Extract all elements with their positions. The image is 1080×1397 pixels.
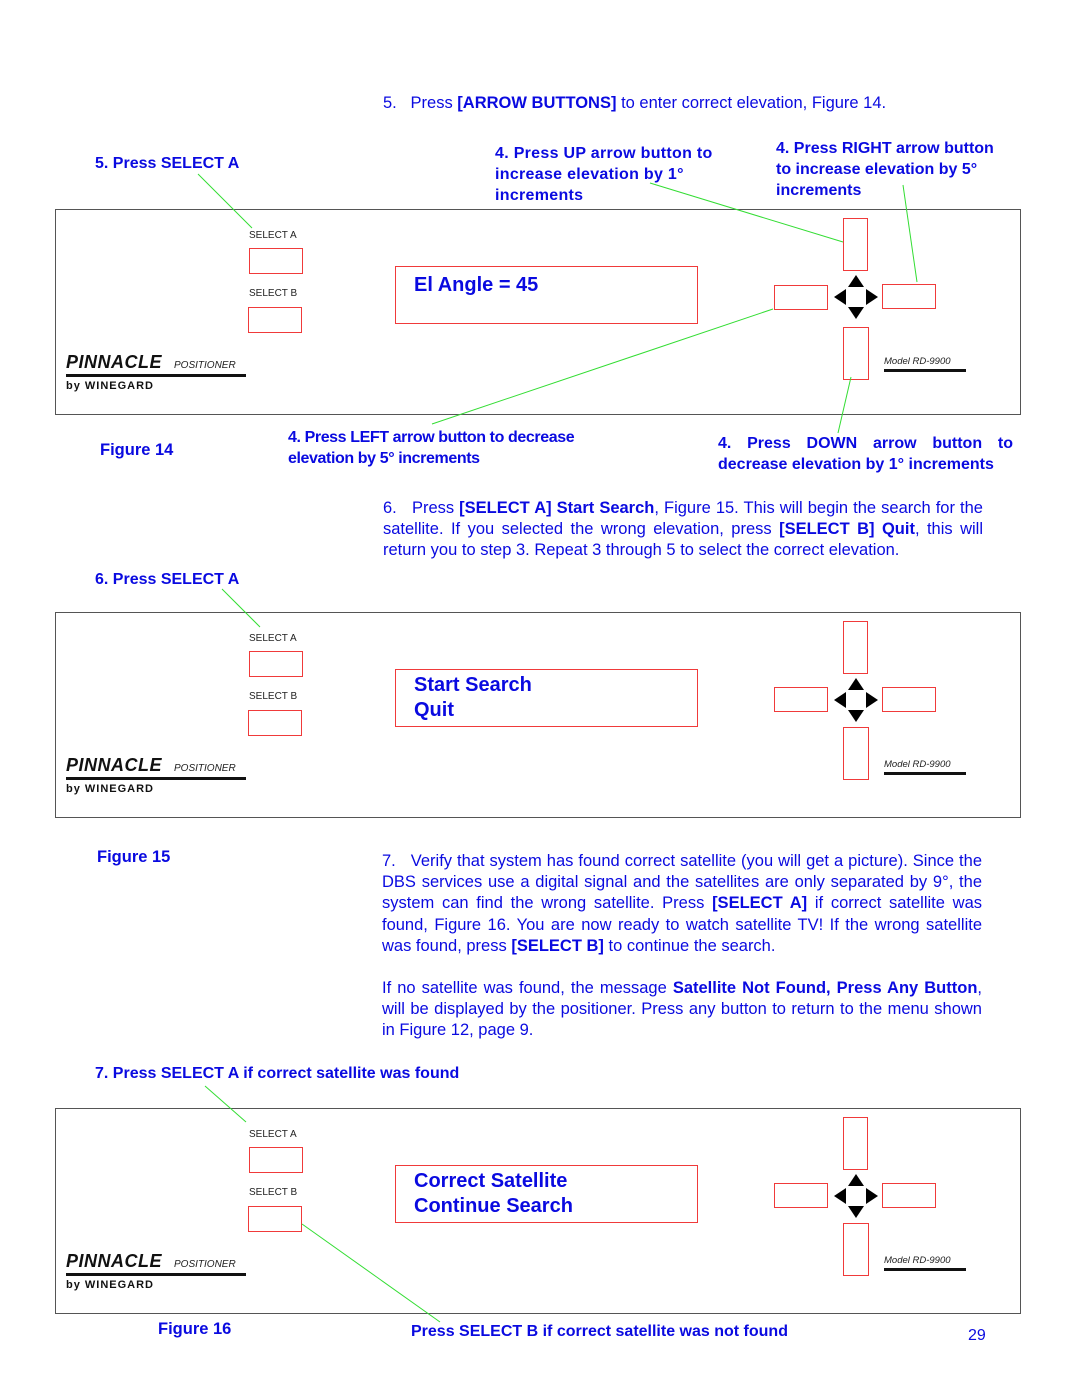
brand-name: PINNACLE (66, 755, 163, 775)
left-arrow-button[interactable] (774, 687, 828, 712)
model-label: Model RD-9900 (884, 759, 966, 775)
arrow-up-icon (848, 678, 864, 690)
brand-underline (66, 374, 246, 377)
down-arrow-button[interactable] (843, 727, 869, 780)
brand-logo: PINNACLE POSITIONER by WINEGARD (66, 352, 246, 392)
brand-sub: POSITIONER (174, 360, 236, 371)
brand-maker: by WINEGARD (66, 380, 154, 392)
select-a-label: SELECT A (249, 633, 297, 644)
callout-select-b-not-found: Press SELECT B if correct satellite was … (411, 1323, 788, 1340)
arrow-up-icon (848, 1174, 864, 1186)
lcd-display: Correct Satellite Continue Search (395, 1165, 698, 1223)
figure-15-caption: Figure 15 (97, 848, 171, 866)
brand-underline (66, 1273, 246, 1276)
lcd-display: El Angle = 45 (395, 266, 698, 324)
brand-underline (66, 777, 246, 780)
select-a-label: SELECT A (249, 1129, 297, 1140)
select-a-button[interactable] (249, 651, 303, 677)
brand-logo: PINNACLE POSITIONER by WINEGARD (66, 755, 246, 795)
brand-name: PINNACLE (66, 352, 163, 372)
model-label: Model RD-9900 (884, 1255, 966, 1271)
arrow-right-icon (866, 1188, 878, 1204)
arrow-down-icon (848, 307, 864, 319)
arrow-left-icon (834, 692, 846, 708)
direction-pad (834, 275, 878, 319)
model-underline (884, 772, 966, 775)
lcd-display: Start Search Quit (395, 669, 698, 727)
up-arrow-button[interactable] (843, 621, 868, 674)
direction-pad (834, 1174, 878, 1218)
arrow-right-icon (866, 289, 878, 305)
brand-sub: POSITIONER (174, 763, 236, 774)
callout-down-arrow: 4. Press DOWN arrow button to decrease e… (718, 435, 1013, 473)
arrow-right-icon (866, 692, 878, 708)
lcd-line: Start Search (414, 674, 532, 696)
callout-left-arrow: 4. Press LEFT arrow button to decrease e… (288, 429, 575, 467)
select-a-button[interactable] (249, 1147, 303, 1173)
step-7-text: 7. Verify that system has found correct … (382, 852, 982, 955)
brand-logo: PINNACLE POSITIONER by WINEGARD (66, 1251, 246, 1291)
arrow-left-icon (834, 289, 846, 305)
step-5-text: 5. Press [ARROW BUTTONS] to enter correc… (383, 94, 887, 112)
direction-pad (834, 678, 878, 722)
step-6-text: 6. Press [SELECT A] Start Search, Figure… (383, 499, 983, 560)
callout-select-a-correct: 7. Press SELECT A if correct satellite w… (95, 1065, 460, 1082)
figure-16-positioner-panel: SELECT A SELECT B Correct Satellite Cont… (55, 1108, 1021, 1314)
figure-15-positioner-panel: SELECT A SELECT B Start Search Quit PINN… (55, 612, 1021, 818)
callout-up-arrow: 4. Press UP arrow button to increase ele… (495, 145, 713, 204)
left-arrow-button[interactable] (774, 285, 828, 310)
lcd-line: El Angle = 45 (414, 274, 539, 296)
model-underline (884, 1268, 966, 1271)
lcd-line: Quit (414, 699, 454, 721)
select-a-label: SELECT A (249, 230, 297, 241)
model-underline (884, 369, 966, 372)
figure-16-caption: Figure 16 (158, 1320, 232, 1338)
left-arrow-button[interactable] (774, 1183, 828, 1208)
right-arrow-button[interactable] (882, 284, 936, 309)
down-arrow-button[interactable] (843, 327, 869, 380)
arrow-down-icon (848, 710, 864, 722)
page-number: 29 (968, 1327, 986, 1344)
model-label: Model RD-9900 (884, 356, 966, 372)
select-b-button[interactable] (248, 710, 302, 736)
arrow-up-icon (848, 275, 864, 287)
brand-maker: by WINEGARD (66, 783, 154, 795)
right-arrow-button[interactable] (882, 1183, 936, 1208)
select-a-button[interactable] (249, 248, 303, 274)
callout-press-select-a-15: 6. Press SELECT A (95, 571, 240, 588)
figure-14-caption: Figure 14 (100, 441, 174, 459)
up-arrow-button[interactable] (843, 1117, 868, 1170)
callout-right-arrow: 4. Press RIGHT arrow button to increase … (776, 140, 994, 199)
select-b-button[interactable] (248, 1206, 302, 1232)
callout-press-select-a: 5. Press SELECT A (95, 155, 240, 172)
no-satellite-text: If no satellite was found, the message S… (382, 979, 982, 1040)
select-b-label: SELECT B (249, 288, 298, 299)
select-b-button[interactable] (248, 307, 302, 333)
up-arrow-button[interactable] (843, 218, 868, 271)
lcd-line: Correct Satellite (414, 1170, 568, 1192)
lcd-line: Continue Search (414, 1195, 573, 1217)
arrow-left-icon (834, 1188, 846, 1204)
right-arrow-button[interactable] (882, 687, 936, 712)
brand-sub: POSITIONER (174, 1259, 236, 1270)
down-arrow-button[interactable] (843, 1223, 869, 1276)
step-number: 5. (383, 94, 397, 112)
select-b-label: SELECT B (249, 691, 298, 702)
arrow-down-icon (848, 1206, 864, 1218)
brand-name: PINNACLE (66, 1251, 163, 1271)
figure-14-positioner-panel: SELECT A SELECT B El Angle = 45 PINNACLE… (55, 209, 1021, 415)
brand-maker: by WINEGARD (66, 1279, 154, 1291)
select-b-label: SELECT B (249, 1187, 298, 1198)
